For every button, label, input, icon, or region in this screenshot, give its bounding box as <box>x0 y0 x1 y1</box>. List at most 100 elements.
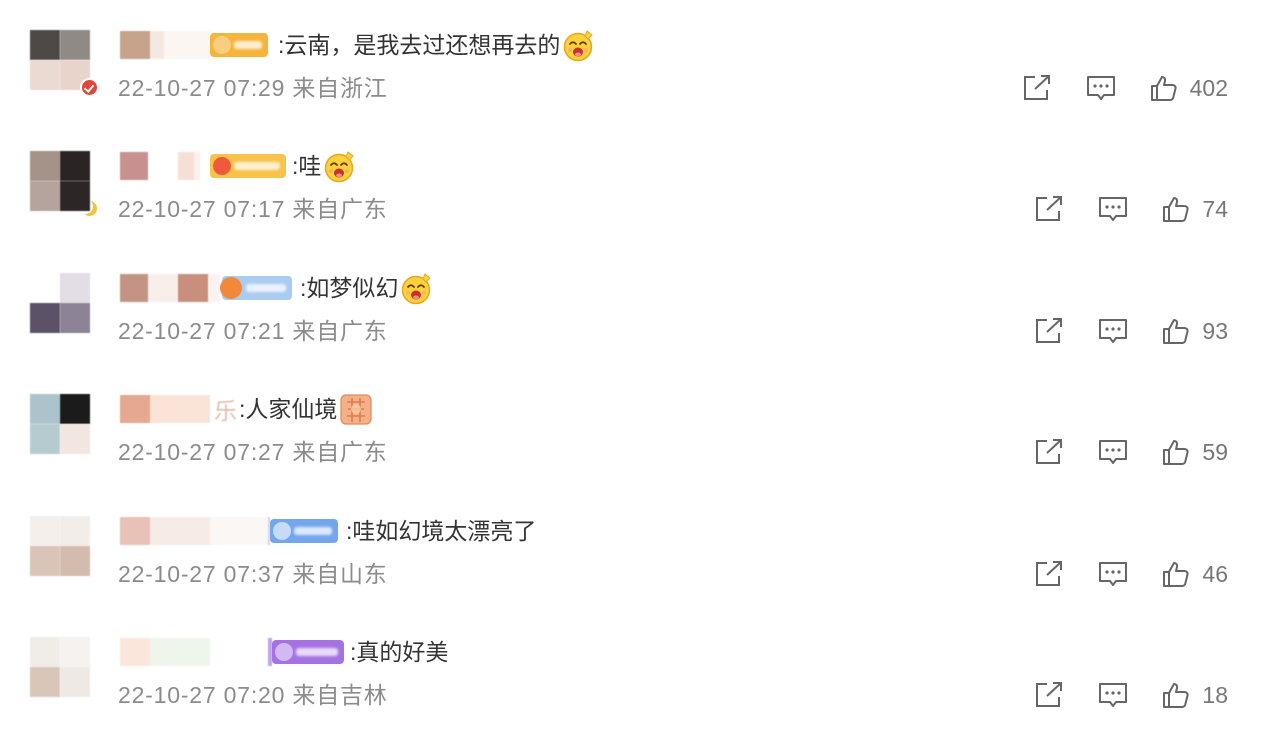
username[interactable] <box>120 517 270 545</box>
comment-line: :哇 <box>120 149 357 183</box>
avatar[interactable] <box>30 30 97 95</box>
comment-meta: 22-10-27 07:37 来自山东 <box>118 561 388 587</box>
comment-item: :哇如幻境太漂亮了 22-10-27 07:37 来自山东 46 <box>0 516 1262 634</box>
comment-text: :哇如幻境太漂亮了 <box>346 518 537 544</box>
like-button[interactable] <box>1162 317 1190 345</box>
comment-button[interactable] <box>1086 74 1116 102</box>
avatar[interactable] <box>30 516 90 576</box>
like-count: 402 <box>1189 75 1228 101</box>
comment-item: :如梦似幻 22-10-27 07:21 来自广东 93 <box>0 273 1262 391</box>
share-icon <box>1036 439 1063 464</box>
thumbs-up-icon <box>1163 197 1189 222</box>
fan-badge[interactable] <box>272 640 344 664</box>
comment-line: 乐 :人家仙境 <box>120 392 373 426</box>
comment-actions: 74 <box>1034 195 1228 223</box>
avatar-pixel <box>60 546 90 576</box>
avatar-pixel <box>60 637 90 667</box>
comment-icon <box>1086 76 1115 100</box>
share-button[interactable] <box>1034 317 1064 345</box>
thumbs-up-icon <box>1150 76 1177 101</box>
username-tail[interactable]: 乐 <box>214 392 237 426</box>
like-button[interactable] <box>1162 195 1190 223</box>
fan-badge[interactable] <box>270 519 338 543</box>
avatar-pixel <box>60 424 90 454</box>
comment-meta: 22-10-27 07:27 来自广东 <box>118 439 388 465</box>
avatar-pixel <box>30 303 60 333</box>
avatar-pixel <box>60 151 90 181</box>
thumbs-up-icon <box>1163 562 1189 587</box>
avatar[interactable] <box>30 394 90 454</box>
comment-actions: 59 <box>1034 438 1228 466</box>
like-button[interactable] <box>1162 560 1190 588</box>
avatar-pixel <box>30 637 60 667</box>
like-button[interactable] <box>1162 438 1190 466</box>
share-icon <box>1036 318 1063 343</box>
thumbs-up-icon <box>1163 683 1189 708</box>
comment-button[interactable] <box>1098 195 1128 223</box>
avatar-pixel <box>30 667 60 697</box>
fan-badge[interactable] <box>220 276 292 300</box>
avatar-pixel <box>60 394 90 424</box>
comment-line: :哇如幻境太漂亮了 <box>120 516 536 546</box>
comment-text: :云南，是我去过还想再去的 <box>278 32 561 58</box>
comment-icon <box>1099 197 1128 221</box>
comment-icon <box>1099 319 1128 343</box>
like-count: 59 <box>1202 439 1228 465</box>
username[interactable] <box>120 395 212 423</box>
comment-button[interactable] <box>1098 560 1128 588</box>
comment-item: :真的好美 22-10-27 07:20 来自吉林 18 <box>0 637 1262 755</box>
avatar-pixel <box>30 30 60 60</box>
laugh-emoji-icon <box>323 149 357 183</box>
like-count: 74 <box>1202 196 1228 222</box>
avatar-pixel <box>30 181 60 211</box>
avatar-pixel <box>60 667 90 697</box>
fan-badge[interactable] <box>210 154 286 178</box>
member-badge-icon <box>82 201 97 216</box>
like-count: 18 <box>1202 682 1228 708</box>
thumbs-up-icon <box>1163 440 1189 465</box>
username[interactable] <box>120 31 210 59</box>
badge-label-blurred <box>234 162 280 170</box>
laugh-emoji-icon <box>400 271 434 305</box>
sticker-emoji-icon <box>339 392 373 426</box>
like-button[interactable] <box>1162 681 1190 709</box>
username[interactable] <box>120 638 272 666</box>
avatar[interactable] <box>30 151 90 211</box>
fan-badge[interactable] <box>210 33 268 57</box>
badge-label-blurred <box>294 527 332 535</box>
username[interactable] <box>120 152 208 180</box>
avatar-pixel <box>30 60 60 90</box>
avatar[interactable] <box>30 637 90 697</box>
comment-button[interactable] <box>1098 681 1128 709</box>
avatar-pixel <box>30 546 60 576</box>
verified-badge-icon <box>82 80 97 95</box>
comment-item: :哇 22-10-27 07:17 来自广东 74 <box>0 151 1262 269</box>
share-button[interactable] <box>1034 195 1064 223</box>
comment-item: :云南，是我去过还想再去的 22-10-27 07:29 来自浙江 402 <box>0 30 1262 148</box>
share-button[interactable] <box>1034 681 1064 709</box>
comment-line: :真的好美 <box>120 637 448 667</box>
heart-icon <box>220 277 242 299</box>
comment-text: :真的好美 <box>350 639 449 665</box>
comment-icon <box>1099 683 1128 707</box>
avatar-pixel <box>60 30 90 60</box>
comment-line: :如梦似幻 <box>120 271 434 305</box>
avatar[interactable] <box>30 273 90 333</box>
share-button[interactable] <box>1034 438 1064 466</box>
like-button[interactable] <box>1150 74 1178 102</box>
comment-meta: 22-10-27 07:29 来自浙江 <box>118 75 388 101</box>
share-button[interactable] <box>1034 560 1064 588</box>
comment-icon <box>1099 440 1128 464</box>
comment-meta: 22-10-27 07:21 来自广东 <box>118 318 388 344</box>
username[interactable] <box>120 274 220 302</box>
comment-button[interactable] <box>1098 317 1128 345</box>
comment-item: 乐 :人家仙境 22-10-27 07:27 来自广东 59 <box>0 394 1262 512</box>
badge-label-blurred <box>296 648 338 656</box>
badge-icon <box>273 522 291 540</box>
share-button[interactable] <box>1022 74 1052 102</box>
comment-button[interactable] <box>1098 438 1128 466</box>
comment-text: :人家仙境 <box>239 396 338 422</box>
share-icon <box>1036 196 1063 221</box>
like-count: 46 <box>1202 561 1228 587</box>
badge-label-blurred <box>246 284 286 292</box>
